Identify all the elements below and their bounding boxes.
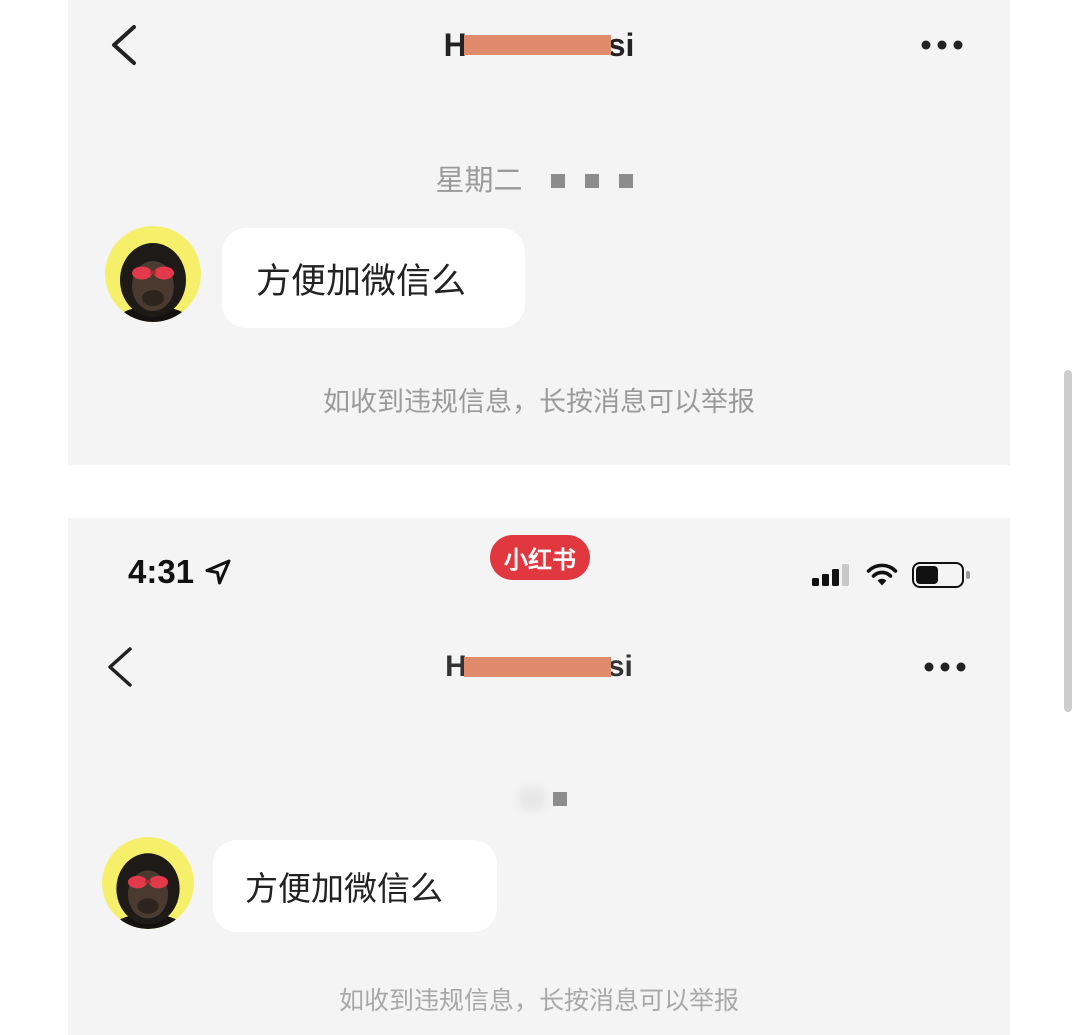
chat-title-end: si [607, 26, 635, 63]
chat-title: H si [68, 645, 1010, 689]
redacted-time-block [584, 174, 599, 188]
message-bubble[interactable]: 方便加微信么 [213, 840, 497, 932]
cellular-signal-icon [812, 564, 849, 586]
battery-level-fill [916, 566, 938, 584]
chimpanzee-avatar-icon[interactable] [102, 837, 194, 929]
message-text: 方便加微信么 [245, 869, 443, 908]
redaction-bar [463, 35, 611, 55]
chat-title: H si [68, 23, 1010, 67]
chat-title-end: si [607, 650, 633, 683]
report-notice: 如收到违规信息，长按消息可以举报 [323, 387, 755, 418]
signal-bar [842, 564, 849, 586]
redaction-bar [463, 657, 611, 677]
message-text: 方便加微信么 [256, 261, 467, 302]
location-arrow-icon [205, 559, 231, 585]
battery-icon [912, 562, 970, 588]
chat-screen-bottom: 4:31 小红书 H si 方便加微信么 如收到违规信息，长按消息可以举报 [68, 518, 1010, 1035]
report-notice: 如收到违规信息，长按消息可以举报 [338, 986, 739, 1015]
redacted-date-blur [520, 788, 544, 810]
redacted-time-block [550, 174, 565, 188]
scrollbar[interactable] [1064, 370, 1072, 712]
signal-bar [832, 569, 839, 586]
more-horizontal-icon[interactable] [924, 662, 966, 672]
date-label: 星期二 [435, 163, 523, 197]
app-badge: 小红书 [490, 535, 590, 580]
status-time-text: 4:31 [128, 553, 195, 590]
redacted-time-block [553, 792, 567, 806]
status-time: 4:31 [128, 552, 232, 592]
redacted-time-block [618, 174, 633, 188]
message-bubble[interactable]: 方便加微信么 [222, 228, 525, 328]
chat-screen-top: H si 星期二 方便加微信么 如收到违规信息，长按消息可以举报 [68, 0, 1010, 465]
signal-bar [822, 574, 829, 586]
date-divider: 星期二 [68, 160, 1010, 197]
more-horizontal-icon[interactable] [921, 40, 963, 50]
signal-bar [812, 578, 819, 586]
wifi-icon [866, 563, 898, 586]
chimpanzee-avatar-icon[interactable] [105, 226, 201, 322]
app-badge-text: 小红书 [504, 546, 576, 574]
